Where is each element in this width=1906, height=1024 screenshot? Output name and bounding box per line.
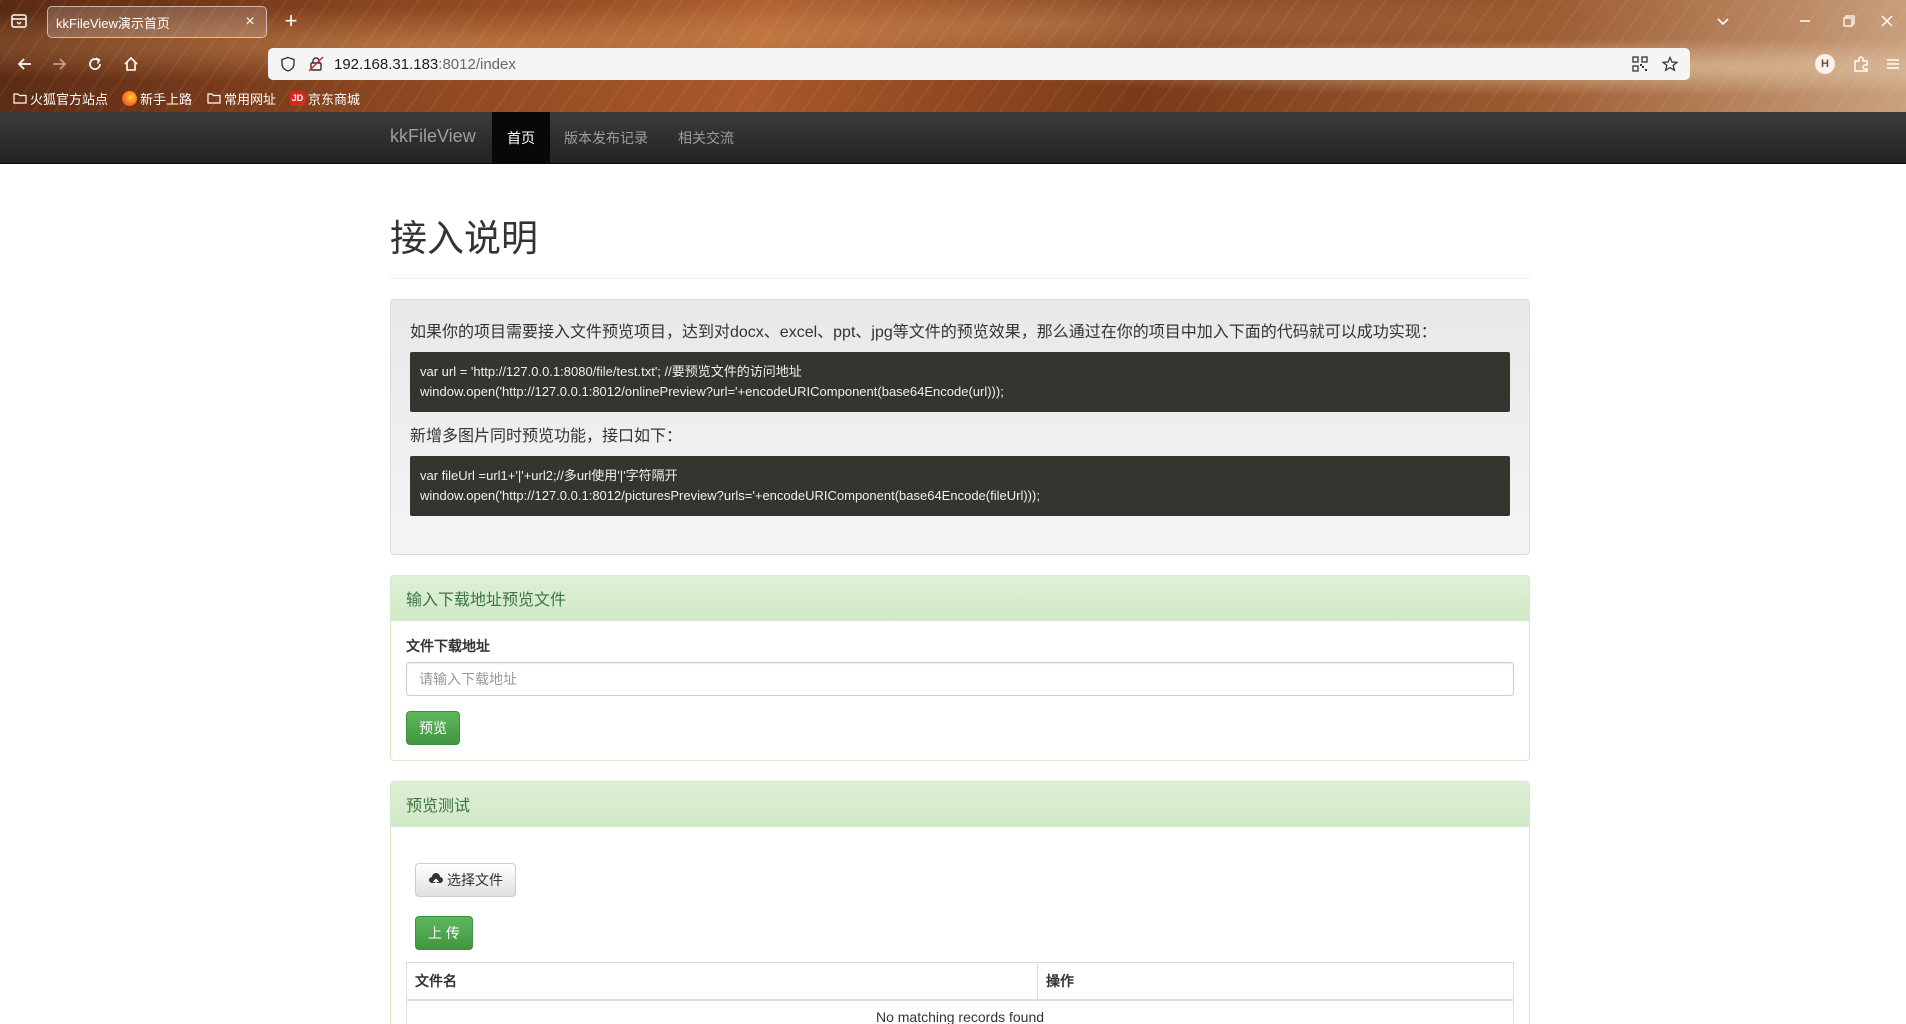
window-close-icon[interactable] [1872, 10, 1902, 32]
panel-heading: 预览测试 [391, 781, 1529, 827]
bookmark-item[interactable]: JD 京东商城 [290, 89, 360, 108]
url-field-label: 文件下载地址 [406, 637, 490, 654]
files-table: 文件名 操作 No matching records found [406, 961, 1515, 1024]
nav-community[interactable]: 相关交流 [663, 112, 749, 164]
back-icon[interactable] [12, 52, 38, 76]
upload-button[interactable]: 上 传 [415, 915, 473, 950]
url-host: 192.168.31.183 [334, 55, 439, 73]
table-header-row: 文件名 操作 [406, 961, 1515, 1001]
panel-body: 选择文件 上 传 文件名 操作 No matching records foun… [391, 827, 1529, 1024]
tab-title: kkFileView演示首页 [56, 15, 170, 31]
bookmark-star-icon[interactable] [1660, 54, 1680, 74]
account-icon[interactable]: H [1814, 53, 1836, 75]
forward-icon[interactable] [46, 52, 72, 76]
home-icon[interactable] [118, 52, 144, 76]
preview-button[interactable]: 预览 [406, 710, 460, 745]
folder-icon [206, 91, 221, 106]
insecure-lock-icon[interactable] [306, 54, 326, 74]
code-block: var url = 'http://127.0.0.1:8080/file/te… [410, 351, 1510, 412]
navigation-toolbar: 192.168.31.183:8012/index H [0, 44, 1906, 84]
intro-text: 如果你的项目需要接入文件预览项目，达到对docx、excel、ppt、jpg等文… [410, 323, 1437, 341]
preview-test-panel: 预览测试 选择文件 上 传 文件名 操作 No matching records… [390, 780, 1530, 1024]
nav-home[interactable]: 首页 [492, 112, 550, 164]
integration-guide: 如果你的项目需要接入文件预览项目，达到对docx、excel、ppt、jpg等文… [390, 298, 1530, 555]
code-line: window.open('http://127.0.0.1:8012/pictu… [420, 487, 1040, 503]
panel-body: 文件下载地址 预览 [391, 621, 1529, 760]
url-input[interactable] [406, 661, 1514, 696]
page-header: 接入说明 [390, 218, 1530, 279]
bookmark-item[interactable]: 火狐官方站点 [12, 89, 108, 108]
bookmark-item[interactable]: 常用网址 [206, 89, 276, 108]
tab-list-icon[interactable] [10, 12, 30, 32]
brand-link[interactable]: kkFileView [390, 126, 476, 147]
url-preview-panel: 输入下载地址预览文件 文件下载地址 预览 [390, 574, 1530, 761]
url-path: :8012/index [438, 55, 516, 73]
site-navbar: kkFileView 首页 版本发布记录 相关交流 [0, 112, 1906, 164]
code-line: var fileUrl =url1+'|'+url2;//多url使用'|'字符… [420, 467, 678, 483]
extensions-icon[interactable] [1850, 53, 1872, 75]
tab-close-icon[interactable]: × [242, 14, 258, 30]
browser-tab[interactable]: kkFileView演示首页 × [47, 6, 267, 38]
column-header-filename[interactable]: 文件名 [406, 961, 1038, 1001]
multi-image-text: 新增多图片同时预览功能，接口如下： [410, 427, 683, 445]
code-line: window.open('http://127.0.0.1:8012/onlin… [420, 383, 1004, 399]
main-container: 接入说明 如果你的项目需要接入文件预览项目，达到对docx、excel、ppt、… [390, 164, 1530, 1024]
choose-file-button[interactable]: 选择文件 [415, 862, 516, 897]
browser-chrome: kkFileView演示首页 × + 192.168.31.183:8012/… [0, 0, 1906, 112]
nav-release-notes[interactable]: 版本发布记录 [549, 112, 663, 164]
cloud-upload-icon [428, 872, 444, 887]
restore-icon[interactable] [1834, 10, 1864, 32]
code-block: var fileUrl =url1+'|'+url2;//多url使用'|'字符… [410, 455, 1510, 516]
bookmarks-bar: 火狐官方站点 新手上路 常用网址 JD 京东商城 [0, 86, 1906, 110]
page-title: 接入说明 [390, 218, 538, 259]
choose-file-label: 选择文件 [447, 871, 503, 888]
tab-overflow-icon[interactable] [1708, 10, 1738, 32]
minimize-icon[interactable] [1790, 10, 1820, 32]
reload-icon[interactable] [82, 52, 108, 76]
column-header-actions[interactable]: 操作 [1036, 961, 1515, 1001]
qr-code-icon[interactable] [1630, 54, 1650, 74]
shield-icon[interactable] [278, 54, 298, 74]
table-row: No matching records found [406, 999, 1514, 1024]
firefox-icon [122, 90, 138, 106]
bookmark-item[interactable]: 新手上路 [122, 89, 192, 108]
address-bar[interactable]: 192.168.31.183:8012/index [268, 48, 1690, 80]
panel-heading: 输入下载地址预览文件 [391, 575, 1529, 621]
empty-table-message: No matching records found [406, 999, 1514, 1024]
tab-bar: kkFileView演示首页 × + [0, 0, 1906, 44]
menu-icon[interactable] [1882, 53, 1904, 75]
new-tab-icon[interactable]: + [280, 10, 302, 32]
folder-icon [12, 91, 27, 106]
code-line: var url = 'http://127.0.0.1:8080/file/te… [420, 363, 802, 379]
jd-icon: JD [290, 90, 306, 106]
